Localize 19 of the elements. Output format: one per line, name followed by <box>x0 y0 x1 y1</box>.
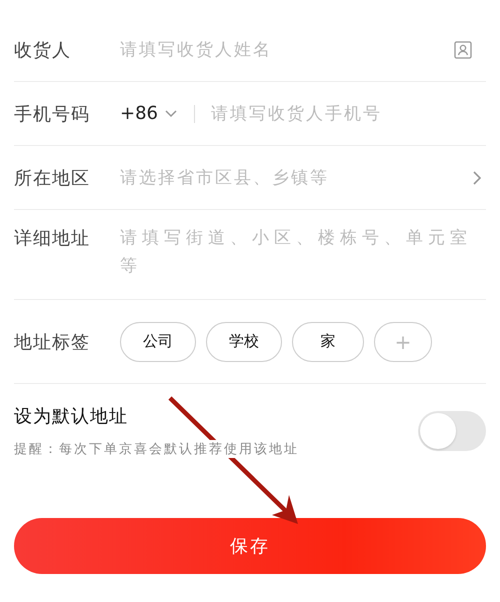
chevron-right-icon <box>472 170 482 186</box>
setting-hint: 提醒：每次下单京喜会默认推荐使用该地址 <box>14 440 299 458</box>
tag-chip[interactable]: 学校 <box>206 322 282 362</box>
setting-title: 设为默认地址 <box>14 405 129 428</box>
tag-chip[interactable]: 家 <box>292 322 364 362</box>
country-code-dropdown[interactable]: +86 <box>120 103 178 124</box>
input-field[interactable]: 请填写收货人手机号 <box>211 104 486 124</box>
chevron-down-icon <box>164 108 178 118</box>
field-label: 手机号码 <box>14 102 91 126</box>
field-label: 所在地区 <box>14 166 91 190</box>
tag-chip[interactable]: 公司 <box>120 322 196 362</box>
address-field[interactable]: 请填写街道、小区、楼栋号、单元室等 <box>120 224 486 282</box>
field-label: 地址标签 <box>14 330 91 354</box>
save-button[interactable]: 保存 <box>14 518 486 574</box>
contact-card-icon <box>454 40 472 58</box>
field-label: 收货人 <box>14 38 72 62</box>
field-label: 详细地址 <box>14 227 91 250</box>
toggle-switch[interactable] <box>418 411 486 451</box>
input-field[interactable]: 请填写收货人姓名 <box>120 40 454 60</box>
